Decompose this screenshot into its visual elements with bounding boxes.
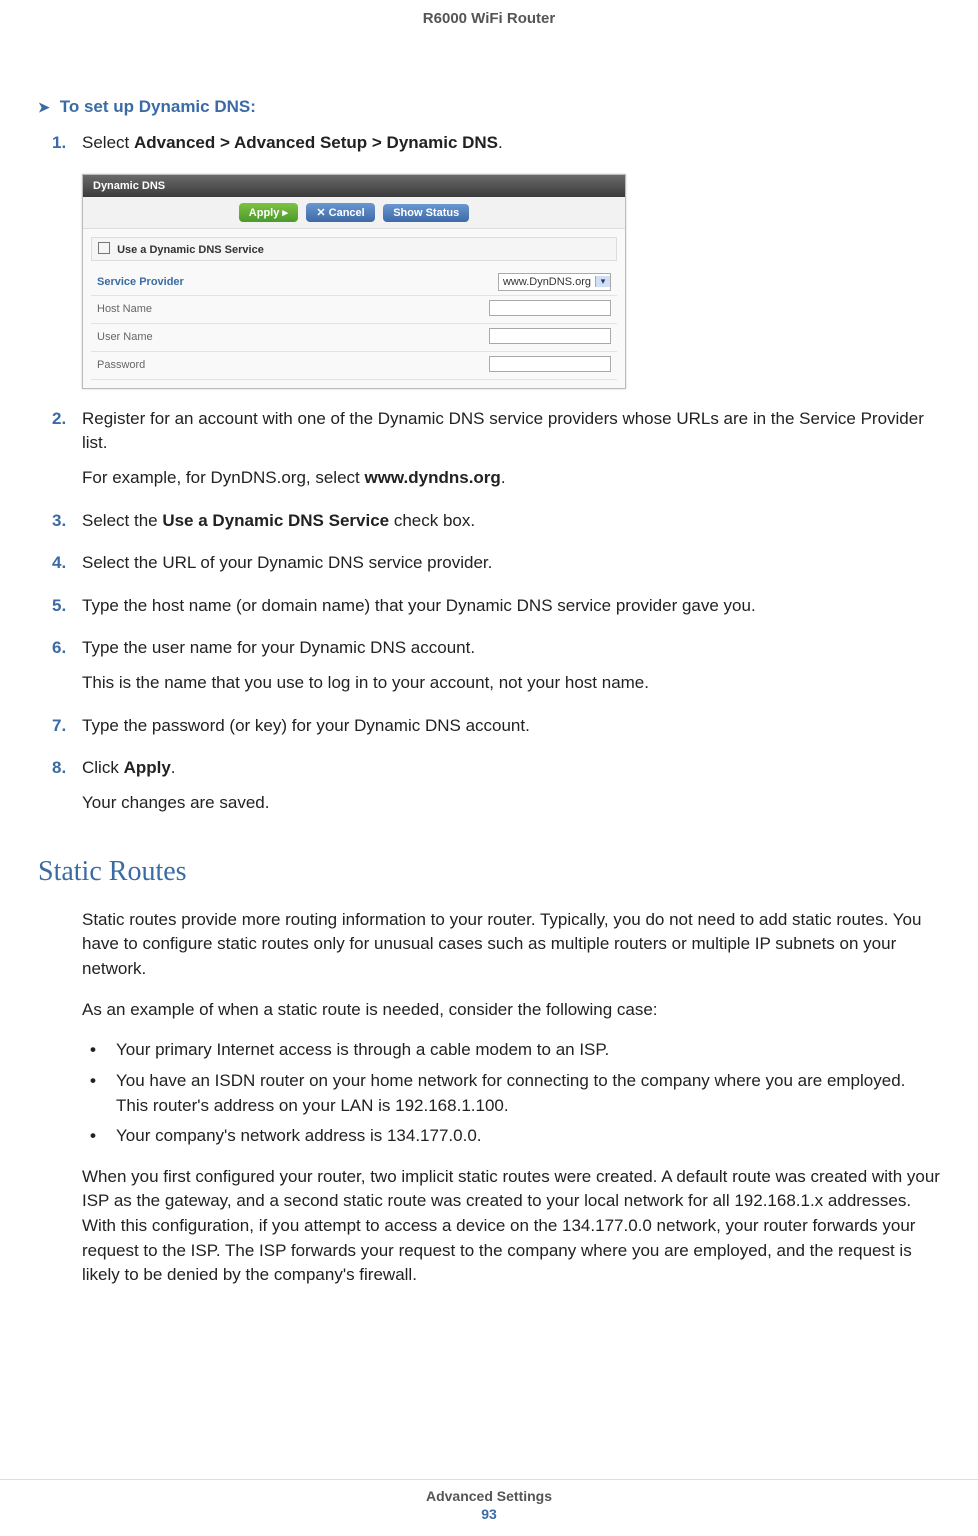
apply-button[interactable]: Apply ▸ (239, 203, 298, 222)
step-text: Type the user name for your Dynamic DNS … (82, 636, 940, 661)
chevron-down-icon[interactable]: ▾ (595, 276, 610, 287)
section-static-routes-heading: Static Routes (38, 856, 940, 888)
use-ddns-checkbox-row[interactable]: Use a Dynamic DNS Service (91, 237, 617, 261)
step-number: 4. (38, 551, 82, 586)
label-password: Password (91, 351, 380, 379)
step-text: Click Apply. (82, 756, 940, 781)
dynamic-dns-screenshot: Dynamic DNS Apply ▸ ✕ Cancel Show Status… (82, 174, 626, 389)
label-user-name: User Name (91, 323, 380, 351)
step-text: Select Advanced > Advanced Setup > Dynam… (82, 131, 940, 156)
step-number: 8. (38, 756, 82, 825)
static-routes-p3: When you first configured your router, t… (82, 1165, 940, 1288)
host-name-input[interactable] (489, 300, 611, 316)
lead-arrow-icon: ➤ (38, 99, 50, 116)
step-text: Select the Use a Dynamic DNS Service che… (82, 509, 940, 534)
step-subtext: Your changes are saved. (82, 791, 940, 816)
password-input[interactable] (489, 356, 611, 372)
label-service-provider: Service Provider (91, 269, 380, 296)
page-header: R6000 WiFi Router (38, 10, 940, 27)
step-number: 6. (38, 636, 82, 705)
static-routes-p1: Static routes provide more routing infor… (82, 908, 940, 982)
step-text: Select the URL of your Dynamic DNS servi… (82, 551, 940, 576)
step-text: Type the host name (or domain name) that… (82, 594, 940, 619)
step-number: 7. (38, 714, 82, 749)
service-provider-select[interactable]: www.DynDNS.org ▾ (498, 273, 611, 291)
step-text: Register for an account with one of the … (82, 407, 940, 456)
list-item: •Your primary Internet access is through… (82, 1038, 940, 1063)
page-footer: Advanced Settings 93 (0, 1479, 978, 1522)
show-status-button[interactable]: Show Status (383, 204, 469, 222)
lead-title: To set up Dynamic DNS: (60, 97, 256, 117)
step-number: 3. (38, 509, 82, 544)
checkbox-icon[interactable] (98, 242, 110, 254)
list-item: •You have an ISDN router on your home ne… (82, 1069, 940, 1118)
static-routes-p2: As an example of when a static route is … (82, 998, 940, 1023)
shot-titlebar: Dynamic DNS (83, 175, 625, 197)
step-number: 1. (38, 131, 82, 166)
step-subtext: This is the name that you use to log in … (82, 671, 940, 696)
user-name-input[interactable] (489, 328, 611, 344)
cancel-button[interactable]: ✕ Cancel (306, 203, 374, 222)
label-host-name: Host Name (91, 295, 380, 323)
step-number: 2. (38, 407, 82, 501)
step-number: 5. (38, 594, 82, 629)
list-item: •Your company's network address is 134.1… (82, 1124, 940, 1149)
step-subtext: For example, for DynDNS.org, select www.… (82, 466, 940, 491)
step-text: Type the password (or key) for your Dyna… (82, 714, 940, 739)
